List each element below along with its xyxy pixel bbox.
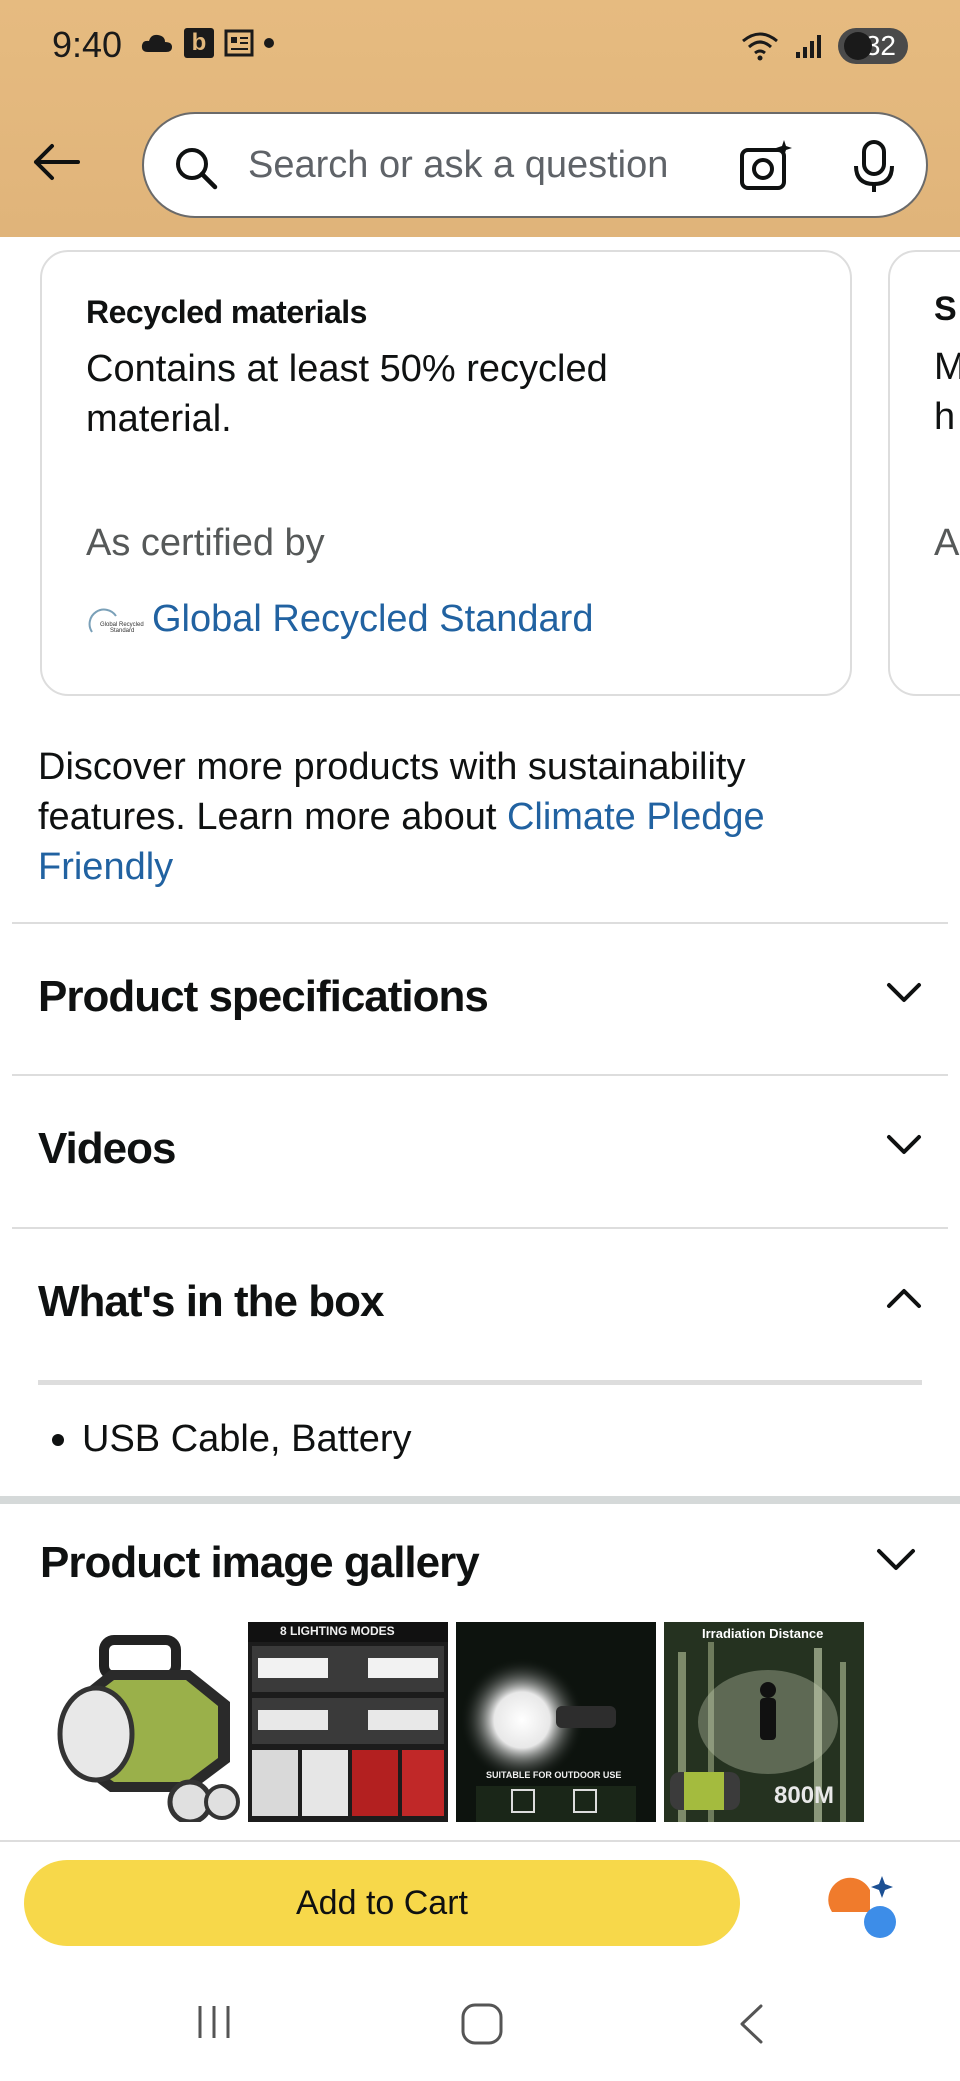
gallery-thumbnails: 8 LIGHTING MODES SUITABLE FOR OUTDOOR US… [40, 1622, 864, 1822]
outdoor-use-image [460, 1658, 636, 1822]
status-time: 9:40 [52, 24, 123, 65]
lantern-product-image [57, 1635, 240, 1822]
next-certification-card[interactable]: S M h A [888, 250, 960, 696]
certification-card: Recycled materials Contains at least 50%… [40, 250, 852, 696]
certifier-link[interactable]: Global Recycled Standard [152, 598, 593, 641]
rufus-assistant-icon[interactable] [826, 1870, 906, 1940]
global-recycled-standard-logo: Global RecycledStandard [88, 608, 144, 634]
thumbnail-caption: Irradiation Distance [702, 1626, 824, 1641]
status-icons-left: b [140, 28, 274, 58]
svg-text:Standard: Standard [110, 628, 134, 634]
divider [0, 1840, 960, 1842]
status-bar: 9:40 b 32 [0, 0, 960, 95]
camera-search-icon[interactable] [738, 138, 794, 194]
section-title: Videos [38, 1124, 176, 1173]
list-item: USB Cable, Battery [52, 1418, 411, 1461]
add-to-cart-button[interactable]: Add to Cart [24, 1860, 740, 1946]
section-separator [0, 1496, 960, 1504]
gallery-thumbnail[interactable]: Irradiation Distance 800M [664, 1622, 864, 1822]
search-icon [176, 148, 218, 190]
gallery-thumbnail[interactable] [40, 1622, 240, 1822]
nav-back-icon[interactable] [736, 2002, 766, 2046]
cloud-icon [141, 34, 172, 52]
bullet [52, 1433, 64, 1446]
search-input[interactable]: Search or ask a question [248, 144, 668, 187]
sustainability-note: Discover more products with sustainabili… [38, 742, 898, 892]
certification-title: Recycled materials [86, 294, 367, 330]
divider [38, 1380, 922, 1385]
system-nav-bar [0, 1980, 960, 2081]
news-icon [224, 29, 254, 57]
status-icons-right: 32 [740, 28, 908, 64]
thumbnail-caption: 8 LIGHTING MODES [280, 1624, 395, 1638]
chevron-up-icon [887, 1289, 921, 1308]
notification-dot [264, 38, 274, 48]
lighting-modes-image [248, 1622, 448, 1816]
section-title: What's in the box [38, 1277, 384, 1326]
product-specifications-section[interactable]: Product specifications [12, 924, 948, 1074]
microphone-icon[interactable] [850, 138, 898, 196]
gallery-thumbnail[interactable]: 8 LIGHTING MODES [248, 1622, 448, 1822]
section-title: Product specifications [38, 972, 489, 1021]
battery-saver-icon [844, 32, 872, 60]
gallery-title: Product image gallery [40, 1538, 480, 1587]
whats-in-the-box-section[interactable]: What's in the box [12, 1229, 948, 1379]
peek-card-certby: A [934, 522, 960, 564]
wifi-icon [742, 32, 778, 61]
certification-description: Contains at least 50% recycled material. [86, 348, 608, 440]
thumbnail-caption: SUITABLE FOR OUTDOOR USE [486, 1770, 622, 1780]
chevron-down-icon[interactable] [876, 1548, 916, 1572]
distance-value: 800M [774, 1782, 835, 1809]
chevron-down-icon [887, 1135, 921, 1154]
videos-section[interactable]: Videos [12, 1076, 948, 1226]
box-item-text: USB Cable, Battery [82, 1418, 412, 1460]
battery-indicator: 32 [838, 28, 908, 64]
certified-by-label: As certified by [86, 522, 325, 564]
back-arrow-icon[interactable] [28, 140, 84, 184]
peek-card-text-1: M [934, 346, 960, 389]
search-bar[interactable]: Search or ask a question [142, 112, 928, 218]
app-header: 9:40 b 32 Search or ask a question [0, 0, 960, 237]
chevron-down-icon [887, 983, 921, 1002]
signal-icon [796, 35, 821, 58]
peek-card-text-2: h [934, 396, 956, 438]
home-icon[interactable] [460, 2002, 504, 2046]
gallery-thumbnail[interactable]: SUITABLE FOR OUTDOOR USE [456, 1622, 656, 1822]
recent-apps-icon[interactable] [194, 2002, 234, 2042]
peek-card-title: S [934, 290, 957, 328]
b-app-icon: b [184, 28, 214, 58]
